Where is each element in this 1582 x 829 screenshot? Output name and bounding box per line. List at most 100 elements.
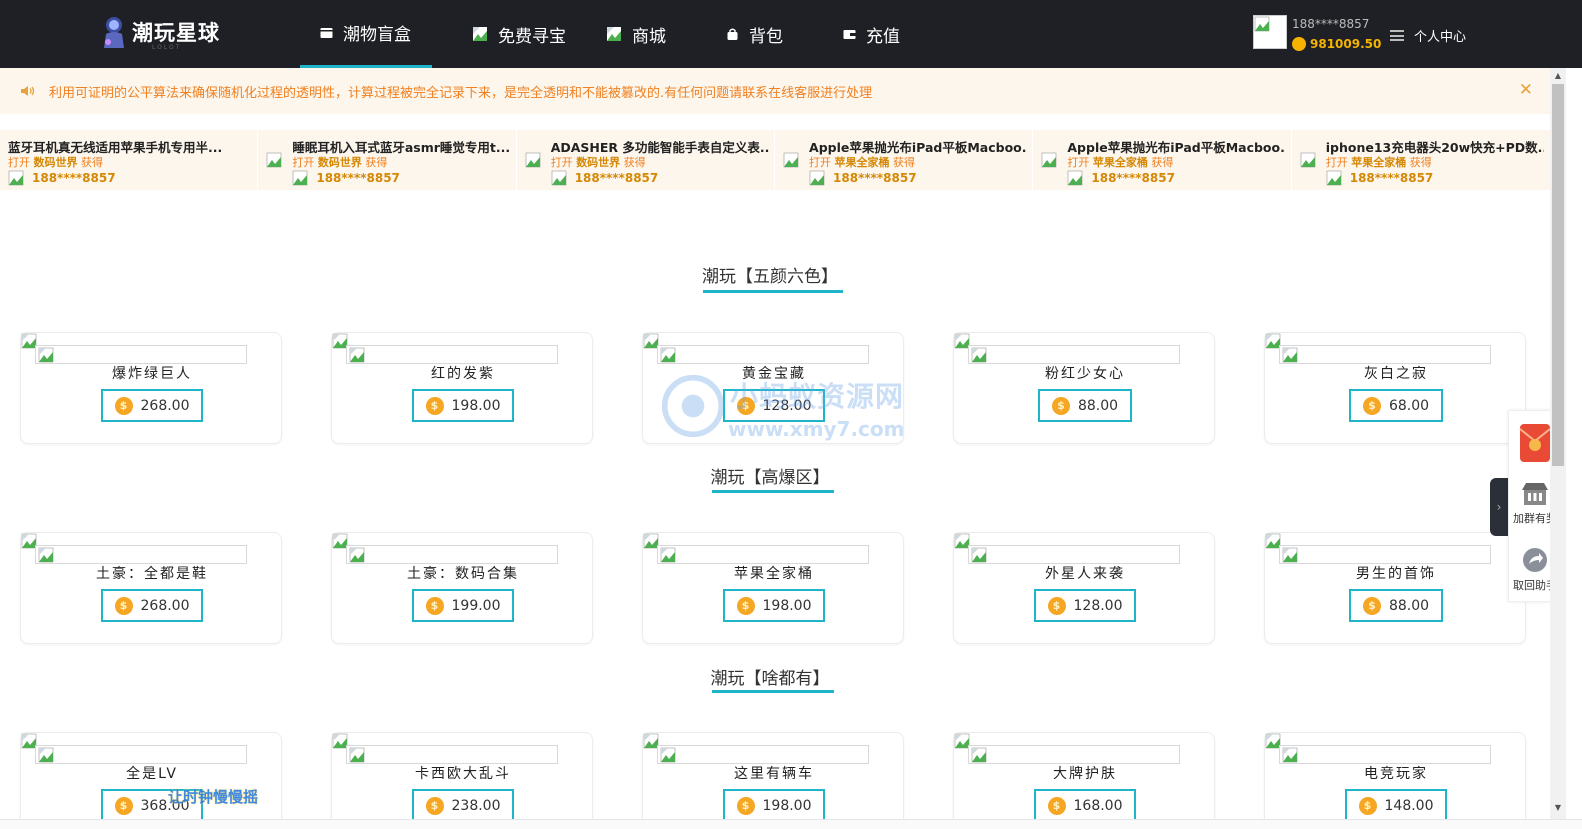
open-box-button[interactable]: $88.00 (1349, 589, 1443, 622)
brand-logo[interactable]: 潮玩星球 LOLOT (100, 12, 220, 52)
nav-free-treasure[interactable]: 免费寻宝 (432, 0, 584, 68)
broken-image-icon (607, 27, 621, 41)
nav-label: 背包 (749, 26, 783, 47)
blind-box-card[interactable]: 土豪：数码合集 $199.00 (331, 532, 593, 644)
box-price: 198.00 (762, 797, 812, 814)
broken-image-icon (660, 547, 676, 563)
box-price: 268.00 (140, 597, 190, 614)
product-image (1279, 545, 1491, 564)
blind-box-card[interactable]: 黄金宝藏 $128.00 (642, 332, 904, 444)
open-box-button[interactable]: $168.00 (1034, 789, 1136, 822)
scroll-up-icon[interactable]: ▲ (1550, 68, 1566, 84)
blind-box-card[interactable]: 外星人来袭 $128.00 (953, 532, 1215, 644)
product-image (968, 745, 1180, 764)
broken-image-icon (267, 152, 282, 168)
box-price: 128.00 (1073, 597, 1123, 614)
user-avatar[interactable] (1253, 15, 1287, 49)
box-price: 88.00 (1388, 597, 1430, 614)
ticker-item[interactable]: iphone13充电器头20w快充+PD数... 打开 苹果全家桶 获得 188… (1292, 130, 1550, 190)
blind-box-card[interactable]: 男生的首饰 $88.00 (1264, 532, 1526, 644)
blind-box-card[interactable]: 电竞玩家 $148.00 (1264, 732, 1526, 829)
section-title: 潮玩【啥都有】 (710, 669, 830, 689)
ticker-action: 打开 苹果全家桶 获得 (809, 156, 916, 169)
blind-box-card[interactable]: 灰白之寂 $68.00 (1264, 332, 1526, 444)
product-image (1279, 745, 1491, 764)
ticker-item[interactable]: Apple苹果抛光布iPad平板Macboo... 打开 苹果全家桶 获得 18… (775, 130, 1034, 190)
open-box-button[interactable]: $128.00 (723, 389, 825, 422)
ticker-user: 188****8857 (292, 170, 400, 186)
section-underline (703, 290, 843, 293)
bottom-watermark: 让时钟慢慢摇 (168, 788, 259, 806)
ticker-action: 打开 苹果全家桶 获得 (1067, 156, 1174, 169)
coin-icon: $ (114, 596, 133, 615)
blind-box-card[interactable]: 爆炸绿巨人 $268.00 (20, 332, 282, 444)
nav-recharge[interactable]: 充值 (820, 0, 930, 68)
personal-center-link[interactable]: 个人中心 (1390, 26, 1466, 45)
float-collapse-tab[interactable]: › (1490, 478, 1508, 536)
section-title: 潮玩【高爆区】 (710, 468, 830, 488)
blind-box-card[interactable]: 粉红少女心 $88.00 (953, 332, 1215, 444)
broken-image-icon (660, 747, 676, 763)
ticker-user: 188****8857 (551, 170, 658, 186)
blind-box-card[interactable]: 卡西欧大乱斗 $238.00 (331, 732, 593, 829)
broken-image-icon (349, 747, 365, 763)
blind-box-card[interactable]: 这里有辆车 $198.00 (642, 732, 904, 829)
broken-image-icon (971, 547, 987, 563)
blind-box-card[interactable]: 土豪：全都是鞋 $268.00 (20, 532, 282, 644)
open-box-button[interactable]: $198.00 (723, 789, 825, 822)
bag-icon (727, 28, 738, 40)
box-name: 粉红少女心 (1045, 366, 1125, 382)
nav-mall[interactable]: 商城 (584, 0, 704, 68)
brand-subtitle: LOLOT (152, 44, 182, 51)
nav-backpack[interactable]: 背包 (704, 0, 820, 68)
blind-box-card[interactable]: 全是LV $368.00 (20, 732, 282, 829)
nav-label: 免费寻宝 (498, 26, 566, 47)
broken-image-icon (1282, 347, 1298, 363)
box-name: 土豪：全都是鞋 (96, 566, 208, 582)
coin-icon: $ (1051, 396, 1070, 415)
scroll-down-icon[interactable]: ▼ (1550, 800, 1566, 816)
ticker-item[interactable]: Apple苹果抛光布iPad平板Macboo... 打开 苹果全家桶 获得 18… (1033, 130, 1292, 190)
bottom-border (0, 819, 1582, 829)
close-icon[interactable]: ✕ (1519, 80, 1533, 100)
red-envelope-icon (1519, 424, 1551, 462)
coin-icon: $ (736, 796, 755, 815)
open-box-button[interactable]: $198.00 (412, 389, 514, 422)
nav-blind-box[interactable]: 潮物盲盒 (300, 0, 432, 68)
open-box-button[interactable]: $238.00 (412, 789, 514, 822)
astronaut-logo-icon (104, 17, 124, 48)
ticker-user: 188****8857 (809, 170, 917, 186)
page-scrollbar-thumb[interactable] (1552, 84, 1564, 466)
notice-bar: 利用可证明的公平算法来确保随机化过程的透明性，计算过程被完全记录下来，是完全透明… (0, 68, 1550, 114)
coin-icon: $ (1047, 796, 1066, 815)
open-box-button[interactable]: $268.00 (101, 389, 203, 422)
broken-image-icon (293, 170, 308, 186)
open-box-button[interactable]: $128.00 (1034, 589, 1136, 622)
ticker-item[interactable]: ADASHER 多功能智能手表自定义表... 打开 数码世界 获得 188***… (517, 130, 776, 190)
ticker-item[interactable]: 蓝牙耳机真无线适用苹果手机专用半... 打开 数码世界 获得 188****88… (0, 130, 259, 190)
coin-icon: $ (1362, 396, 1381, 415)
open-box-button[interactable]: $88.00 (1038, 389, 1132, 422)
account-username: 188****8857 (1292, 17, 1370, 31)
blind-box-card[interactable]: 大牌护肤 $168.00 (953, 732, 1215, 829)
broken-image-icon (1326, 170, 1342, 186)
open-box-button[interactable]: $268.00 (101, 589, 203, 622)
section-underline (712, 690, 834, 693)
nav-label: 充值 (866, 26, 900, 47)
box-price: 168.00 (1073, 797, 1123, 814)
broken-image-icon (1282, 547, 1298, 563)
open-box-button[interactable]: $148.00 (1345, 789, 1447, 822)
ticker-action: 打开 苹果全家桶 获得 (1325, 156, 1432, 169)
open-box-button[interactable]: $198.00 (723, 589, 825, 622)
blind-box-card[interactable]: 苹果全家桶 $198.00 (642, 532, 904, 644)
box-price: 238.00 (451, 797, 501, 814)
speaker-icon (21, 86, 35, 96)
ticker-item[interactable]: 睡眠耳机入耳式蓝牙asmr睡觉专用t... 打开 数码世界 获得 188****… (258, 130, 517, 190)
blind-box-card[interactable]: 红的发紫 $198.00 (331, 332, 593, 444)
store-icon (1522, 483, 1548, 505)
box-name: 红的发紫 (431, 366, 495, 382)
open-box-button[interactable]: $68.00 (1349, 389, 1443, 422)
open-box-button[interactable]: $199.00 (412, 589, 514, 622)
box-icon (320, 28, 333, 38)
ticker-user: 188****8857 (1326, 170, 1433, 186)
